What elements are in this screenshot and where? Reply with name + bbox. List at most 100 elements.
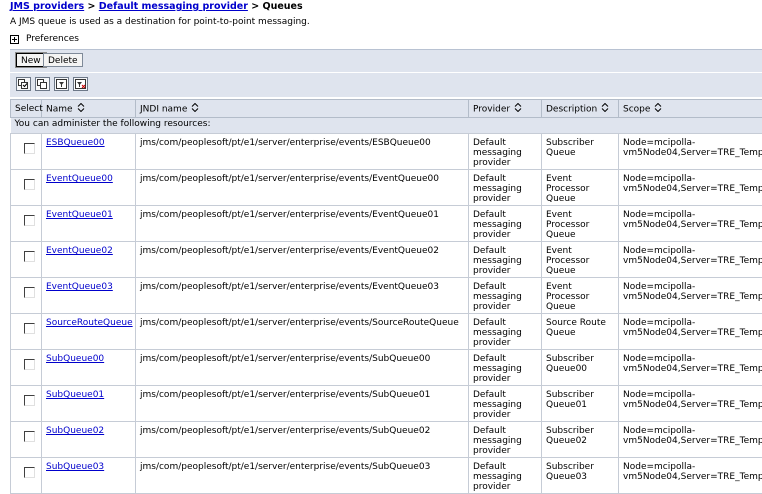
provider-cell: Default messaging provider	[469, 134, 542, 170]
name-cell: EventQueue03	[42, 278, 136, 314]
clear-filter-icon[interactable]	[73, 77, 88, 91]
column-header-jndi[interactable]: JNDI name	[136, 100, 469, 118]
row-checkbox[interactable]	[24, 215, 35, 226]
row-select-cell	[11, 350, 42, 386]
column-header-provider[interactable]: Provider	[469, 100, 542, 118]
sort-icon[interactable]	[191, 103, 199, 115]
row-checkbox[interactable]	[24, 287, 35, 298]
row-checkbox[interactable]	[24, 395, 35, 406]
provider-cell: Default messaging provider	[469, 422, 542, 458]
breadcrumb-default-messaging-provider[interactable]: Default messaging provider	[99, 1, 248, 12]
sort-icon[interactable]	[601, 103, 609, 115]
description-cell: Subscriber Queue01	[542, 386, 619, 422]
show-filter-icon[interactable]	[54, 77, 69, 91]
row-select-cell	[11, 314, 42, 350]
preferences-label: Preferences	[26, 34, 79, 44]
scope-cell: Node=mcipolla-vm5Node04,Server=TRE_Temp	[619, 350, 762, 386]
row-select-cell	[11, 206, 42, 242]
provider-cell: Default messaging provider	[469, 458, 542, 494]
column-header-scope[interactable]: Scope	[619, 100, 762, 118]
name-cell: EventQueue02	[42, 242, 136, 278]
table-header-row: Select Name JNDI name Provider Descripti…	[11, 100, 762, 118]
queue-name-link[interactable]: EventQueue01	[46, 210, 113, 220]
queue-name-link[interactable]: EventQueue02	[46, 246, 113, 256]
column-header-scope-label: Scope	[623, 104, 650, 114]
table-row: SubQueue01 jms/com/peoplesoft/pt/e1/serve…	[11, 386, 762, 422]
description-cell: Source Route Queue	[542, 314, 619, 350]
column-header-description-label: Description	[546, 104, 597, 114]
queue-name-link[interactable]: SubQueue01	[46, 390, 104, 400]
table-info-text: You can administer the following resourc…	[11, 118, 762, 134]
row-checkbox[interactable]	[24, 467, 35, 478]
jndi-cell: jms/com/peoplesoft/pt/e1/server/enterpri…	[136, 458, 469, 494]
row-select-cell	[11, 386, 42, 422]
breadcrumb-separator: >	[88, 1, 96, 12]
jndi-cell: jms/com/peoplesoft/pt/e1/server/enterpri…	[136, 170, 469, 206]
description-cell: Subscriber Queue03	[542, 458, 619, 494]
row-checkbox[interactable]	[24, 179, 35, 190]
description-cell: Subscriber Queue02	[542, 422, 619, 458]
delete-button[interactable]: Delete	[43, 53, 83, 67]
name-cell: EventQueue01	[42, 206, 136, 242]
row-checkbox[interactable]	[24, 251, 35, 262]
scope-cell: Node=mcipolla-vm5Node04,Server=TRE_Temp	[619, 206, 762, 242]
jndi-cell: jms/com/peoplesoft/pt/e1/server/enterpri…	[136, 386, 469, 422]
name-cell: SubQueue02	[42, 422, 136, 458]
scope-cell: Node=mcipolla-vm5Node04,Server=TRE_Temp	[619, 170, 762, 206]
queues-table: Select Name JNDI name Provider Descripti…	[10, 99, 762, 494]
table-row: SourceRouteQueuejms/com/peoplesoft/pt/e1…	[11, 314, 762, 350]
jndi-cell: jms/com/peoplesoft/pt/e1/server/enterpri…	[136, 134, 469, 170]
breadcrumb-current: Queues	[263, 1, 303, 12]
icon-toolbar	[10, 73, 762, 97]
queue-name-link[interactable]: SubQueue00	[46, 354, 104, 364]
row-checkbox[interactable]	[24, 431, 35, 442]
page-description: A JMS queue is used as a destination for…	[10, 17, 310, 27]
row-select-cell	[11, 422, 42, 458]
table-row: ESBQueue00 jms/com/peoplesoft/pt/e1/serve…	[11, 134, 762, 170]
queue-name-link[interactable]: SourceRouteQueue	[46, 318, 133, 328]
queue-name-link[interactable]: SubQueue03	[46, 462, 104, 472]
name-cell: EventQueue00	[42, 170, 136, 206]
scope-cell: Node=mcipolla-vm5Node04,Server=TRE_Temp	[619, 314, 762, 350]
new-button[interactable]: New	[16, 53, 46, 67]
row-checkbox[interactable]	[24, 323, 35, 334]
breadcrumb-separator: >	[251, 1, 259, 12]
preferences-toggle[interactable]: Preferences	[10, 34, 79, 44]
queue-name-link[interactable]: EventQueue03	[46, 282, 113, 292]
select-all-icon[interactable]	[16, 77, 31, 91]
name-cell: SubQueue03	[42, 458, 136, 494]
breadcrumb: JMS providers > Default messaging provid…	[10, 1, 303, 12]
column-header-name[interactable]: Name	[42, 100, 136, 118]
provider-cell: Default messaging provider	[469, 386, 542, 422]
table-row: EventQueue03jms/com/peoplesoft/pt/e1/ser…	[11, 278, 762, 314]
provider-cell: Default messaging provider	[469, 314, 542, 350]
row-select-cell	[11, 170, 42, 206]
description-cell: Subscriber Queue	[542, 134, 619, 170]
column-header-name-label: Name	[46, 104, 73, 114]
column-header-jndi-label: JNDI name	[140, 104, 187, 114]
queue-name-link[interactable]: SubQueue02	[46, 426, 104, 436]
button-toolbar: New Delete	[10, 49, 762, 72]
sort-icon[interactable]	[514, 103, 522, 115]
expand-icon[interactable]	[10, 35, 19, 44]
table-row: EventQueue00 jms/com/peoplesoft/pt/e1/ser…	[11, 170, 762, 206]
table-row: EventQueue02 jms/com/peoplesoft/pt/e1/ser…	[11, 242, 762, 278]
jndi-cell: jms/com/peoplesoft/pt/e1/server/enterpri…	[136, 242, 469, 278]
breadcrumb-jms-providers[interactable]: JMS providers	[10, 1, 84, 12]
provider-cell: Default messaging provider	[469, 278, 542, 314]
queue-name-link[interactable]: EventQueue00	[46, 174, 113, 184]
jndi-cell: jms/com/peoplesoft/pt/e1/server/enterpri…	[136, 422, 469, 458]
queue-name-link[interactable]: ESBQueue00	[46, 138, 105, 148]
name-cell: SubQueue00	[42, 350, 136, 386]
column-header-description[interactable]: Description	[542, 100, 619, 118]
row-select-cell	[11, 242, 42, 278]
description-cell: Subscriber Queue00	[542, 350, 619, 386]
sort-icon[interactable]	[654, 103, 662, 115]
row-checkbox[interactable]	[24, 143, 35, 154]
scope-cell: Node=mcipolla-vm5Node04,Server=TRE_Temp	[619, 458, 762, 494]
table-row: SubQueue02 jms/com/peoplesoft/pt/e1/serve…	[11, 422, 762, 458]
scope-cell: Node=mcipolla-vm5Node04,Server=TRE_Temp	[619, 278, 762, 314]
row-checkbox[interactable]	[24, 359, 35, 370]
deselect-all-icon[interactable]	[35, 77, 50, 91]
sort-icon[interactable]	[77, 103, 85, 115]
